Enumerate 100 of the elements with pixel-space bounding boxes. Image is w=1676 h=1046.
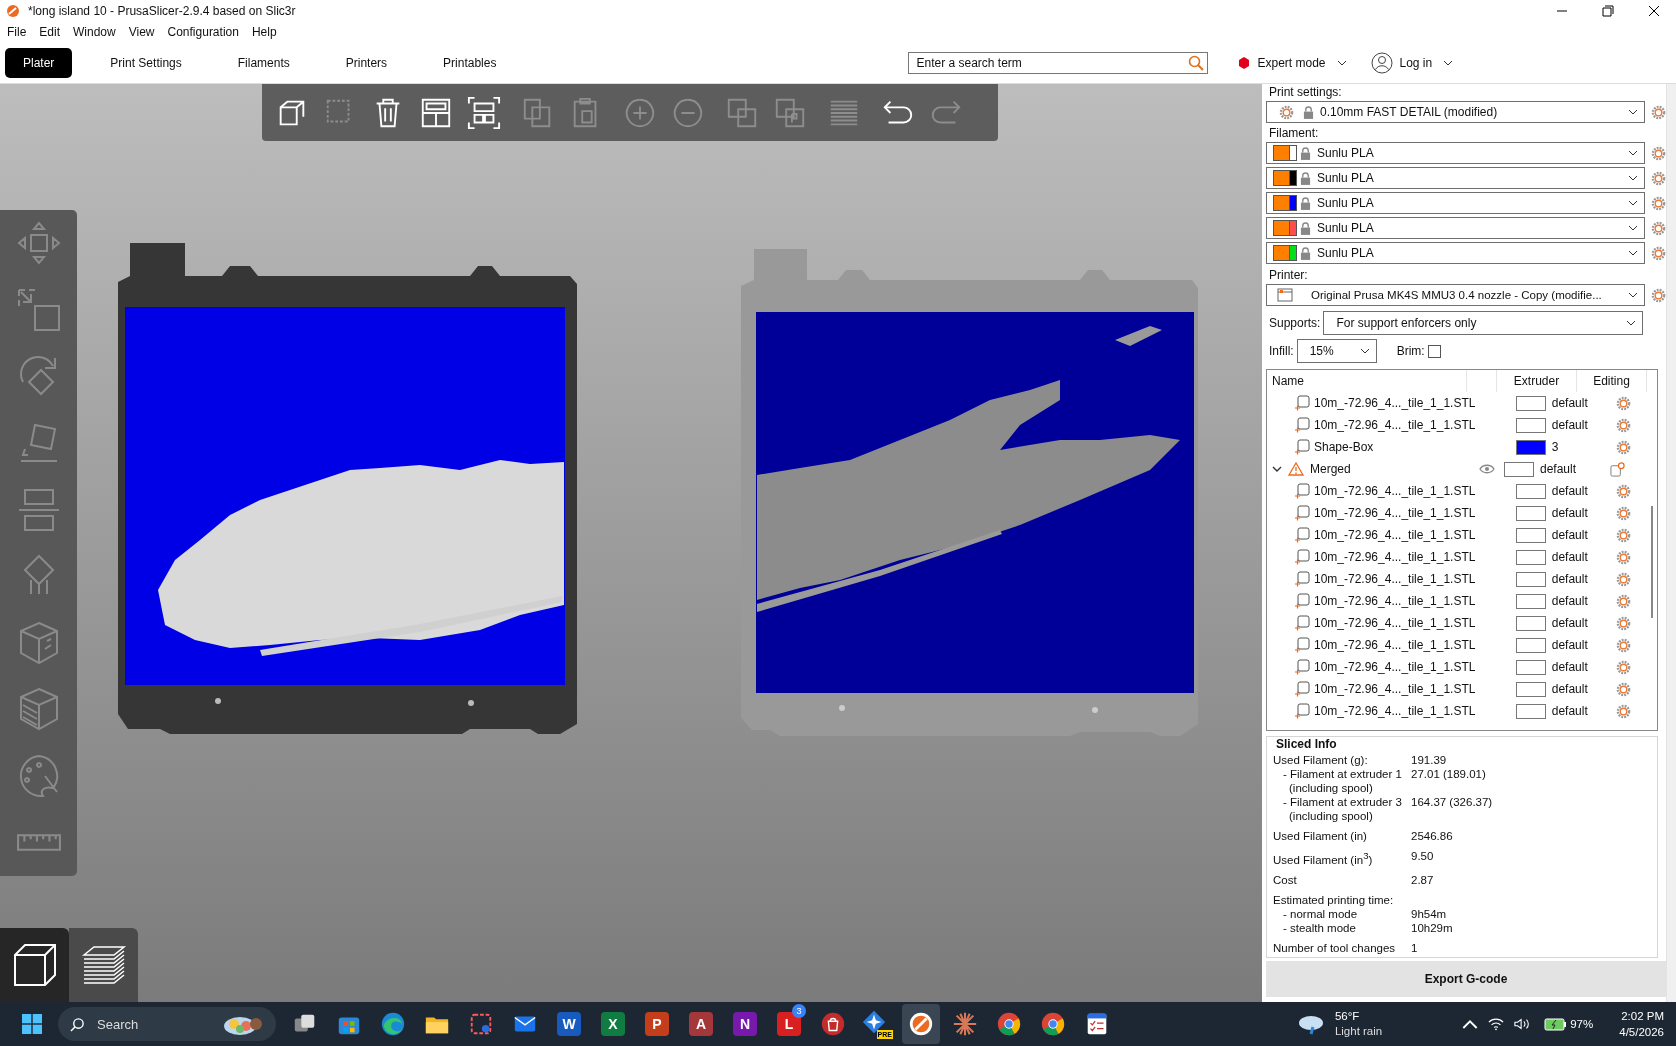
extruder-color-swatch[interactable] bbox=[1515, 483, 1546, 499]
settings-icon[interactable] bbox=[1616, 571, 1632, 587]
edit-settings-icon[interactable] bbox=[1609, 461, 1625, 477]
extruder-color-swatch[interactable] bbox=[1515, 703, 1546, 719]
object-name[interactable]: 10m_-72.96_4..._tile_1_1.STL bbox=[1314, 616, 1476, 630]
settings-icon[interactable] bbox=[1616, 549, 1632, 565]
extruder-value[interactable]: default bbox=[1551, 616, 1588, 630]
extruder-value[interactable]: default bbox=[1551, 682, 1588, 696]
settings-icon[interactable] bbox=[1616, 703, 1632, 719]
login-button[interactable]: Log in bbox=[1370, 51, 1454, 74]
taskbar-app-button[interactable]: W bbox=[550, 1004, 588, 1044]
extruder-value[interactable]: default bbox=[1551, 638, 1588, 652]
menu-item[interactable]: File bbox=[7, 25, 27, 39]
search-icon[interactable] bbox=[1188, 54, 1205, 71]
printer-dropdown[interactable]: Original Prusa MK4S MMU3 0.4 nozzle - Copy (modifie... bbox=[1266, 284, 1645, 306]
extruder-color-swatch[interactable] bbox=[1515, 615, 1546, 631]
extruder-value[interactable]: default bbox=[1551, 396, 1588, 410]
eye-icon[interactable] bbox=[1479, 464, 1495, 474]
settings-icon[interactable] bbox=[1616, 527, 1632, 543]
settings-icon[interactable] bbox=[1616, 505, 1632, 521]
close-icon[interactable] bbox=[1648, 5, 1660, 17]
export-gcode-button[interactable]: Export G-code bbox=[1266, 961, 1666, 997]
menu-item[interactable]: Window bbox=[73, 25, 116, 39]
extruder-value[interactable]: default bbox=[1551, 528, 1588, 542]
settings-icon[interactable] bbox=[1651, 195, 1666, 211]
column-header[interactable]: Name bbox=[1267, 370, 1467, 392]
taskbar-app-button[interactable]: L 3 bbox=[770, 1004, 808, 1044]
settings-icon[interactable] bbox=[1616, 593, 1632, 609]
caret-icon[interactable] bbox=[1272, 464, 1282, 474]
settings-icon[interactable] bbox=[1651, 287, 1666, 303]
settings-icon[interactable] bbox=[1651, 170, 1666, 186]
settings-icon[interactable] bbox=[1616, 483, 1632, 499]
column-header[interactable]: Editing bbox=[1577, 370, 1647, 392]
extruder-value[interactable]: default bbox=[1551, 484, 1588, 498]
menu-item[interactable]: View bbox=[128, 25, 155, 39]
object-name[interactable]: 10m_-72.96_4..._tile_1_1.STL bbox=[1314, 550, 1476, 564]
wifi-icon[interactable] bbox=[1488, 1017, 1505, 1031]
extruder-color-swatch[interactable] bbox=[1515, 505, 1546, 521]
tab[interactable]: Plater bbox=[5, 47, 73, 78]
settings-icon[interactable] bbox=[1616, 659, 1632, 675]
object-name[interactable]: 10m_-72.96_4..._tile_1_1.STL bbox=[1314, 396, 1476, 410]
clock-time[interactable]: 2:02 PM bbox=[1621, 1008, 1664, 1024]
taskbar-app-button[interactable]: X bbox=[594, 1004, 632, 1044]
object-name[interactable]: 10m_-72.96_4..._tile_1_1.STL bbox=[1314, 638, 1476, 652]
object-name[interactable]: 10m_-72.96_4..._tile_1_1.STL bbox=[1314, 484, 1476, 498]
tab[interactable]: Filaments bbox=[219, 47, 308, 78]
object-name[interactable]: 10m_-72.96_4..._tile_1_1.STL bbox=[1314, 506, 1476, 520]
extruder-value[interactable]: default bbox=[1551, 506, 1588, 520]
object-name[interactable]: 10m_-72.96_4..._tile_1_1.STL bbox=[1314, 704, 1476, 718]
object-name[interactable]: 10m_-72.96_4..._tile_1_1.STL bbox=[1314, 594, 1476, 608]
taskbar-app-button[interactable] bbox=[902, 1004, 940, 1044]
extruder-color-swatch[interactable] bbox=[1515, 395, 1546, 411]
object-name[interactable]: 10m_-72.96_4..._tile_1_1.STL bbox=[1314, 572, 1476, 586]
extruder-value[interactable]: default bbox=[1551, 572, 1588, 586]
scrollbar[interactable] bbox=[1666, 84, 1676, 1002]
object-name[interactable]: Merged bbox=[1310, 462, 1351, 476]
object-name[interactable]: 10m_-72.96_4..._tile_1_1.STL bbox=[1314, 418, 1476, 432]
extruder-value[interactable]: default bbox=[1551, 594, 1588, 608]
3d-view-button[interactable] bbox=[0, 928, 69, 1002]
extruder-value[interactable]: default bbox=[1540, 462, 1577, 476]
settings-icon[interactable] bbox=[1651, 220, 1666, 236]
start-icon[interactable] bbox=[22, 1014, 42, 1034]
taskbar-app-button[interactable]: A bbox=[682, 1004, 720, 1044]
battery-icon[interactable] bbox=[1544, 1017, 1569, 1031]
extruder-value[interactable]: default bbox=[1551, 550, 1588, 564]
filament-dropdown[interactable]: Sunlu PLA bbox=[1266, 217, 1645, 239]
filament-dropdown[interactable]: Sunlu PLA bbox=[1266, 192, 1645, 214]
filament-dropdown[interactable]: Sunlu PLA bbox=[1266, 142, 1645, 164]
extruder-value[interactable]: default bbox=[1551, 418, 1588, 432]
volume-icon[interactable] bbox=[1514, 1017, 1531, 1031]
extruder-value[interactable]: 3 bbox=[1551, 440, 1559, 454]
taskbar-search-field[interactable]: Search bbox=[58, 1007, 276, 1041]
mode-dropdown[interactable]: Expert mode bbox=[1238, 55, 1347, 70]
extruder-color-swatch[interactable] bbox=[1515, 593, 1546, 609]
tab[interactable]: Printers bbox=[327, 47, 406, 78]
extruder-color-swatch[interactable] bbox=[1504, 461, 1534, 477]
settings-icon[interactable] bbox=[1616, 615, 1632, 631]
column-header[interactable]: Extruder bbox=[1497, 370, 1577, 392]
infill-dropdown[interactable]: 15% bbox=[1296, 339, 1377, 363]
clock-date[interactable]: 4/5/2026 bbox=[1619, 1024, 1664, 1040]
extruder-value[interactable]: default bbox=[1551, 660, 1588, 674]
settings-icon[interactable] bbox=[1651, 145, 1666, 161]
tab[interactable]: Print Settings bbox=[92, 47, 200, 78]
preview-button[interactable] bbox=[69, 928, 138, 1002]
menu-item[interactable]: Edit bbox=[39, 25, 61, 39]
extruder-color-swatch[interactable] bbox=[1515, 637, 1546, 653]
settings-icon[interactable] bbox=[1616, 681, 1632, 697]
filament-dropdown[interactable]: Sunlu PLA bbox=[1266, 167, 1645, 189]
settings-icon[interactable] bbox=[1616, 395, 1632, 411]
taskbar-app-button[interactable]: N bbox=[726, 1004, 764, 1044]
extruder-color-swatch[interactable] bbox=[1515, 527, 1546, 543]
object-name[interactable]: 10m_-72.96_4..._tile_1_1.STL bbox=[1314, 682, 1476, 696]
extruder-color-swatch[interactable] bbox=[1515, 571, 1546, 587]
scrollbar[interactable] bbox=[1651, 506, 1653, 618]
object-name[interactable]: 10m_-72.96_4..._tile_1_1.STL bbox=[1314, 528, 1476, 542]
extruder-color-swatch[interactable] bbox=[1515, 439, 1546, 455]
extruder-color-swatch[interactable] bbox=[1515, 417, 1546, 433]
tab[interactable]: Printables bbox=[425, 47, 515, 78]
object-name[interactable]: Shape-Box bbox=[1314, 440, 1374, 454]
settings-icon[interactable] bbox=[1651, 104, 1666, 120]
